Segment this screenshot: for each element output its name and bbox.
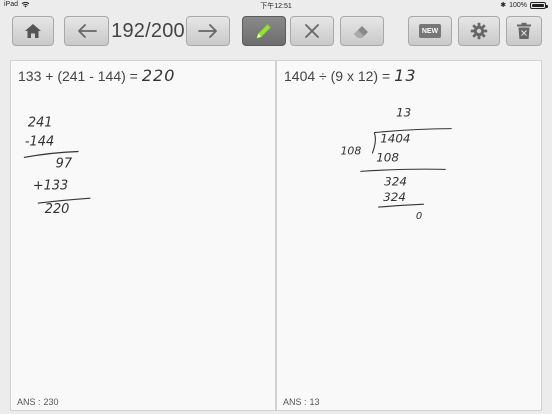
answer-label: ANS :: [283, 397, 307, 407]
scratch-stroke: [378, 203, 424, 208]
scratch-line: +133: [33, 178, 68, 193]
home-icon: [25, 24, 41, 38]
answer-row: ANS : 230: [17, 397, 59, 407]
scratch-line: 108: [341, 144, 362, 157]
scratch-line: 1404: [380, 132, 410, 146]
question-counter: 192/200: [111, 19, 185, 42]
status-left: iPad: [4, 1, 30, 8]
new-label: NEW: [421, 27, 439, 35]
scratch-canvas[interactable]: 241 -144 97 +133 220: [11, 61, 275, 410]
answer-value: 13: [309, 397, 320, 407]
arrow-left-icon: [77, 24, 97, 38]
settings-button[interactable]: [458, 16, 500, 46]
status-bar: iPad 下午12:51 ✱ 100%: [0, 0, 552, 11]
pencil-icon: [256, 23, 272, 39]
scratch-line: 220: [45, 202, 70, 217]
x-icon: [305, 24, 319, 38]
answer-label: ANS :: [17, 397, 41, 407]
scratch-stroke: [371, 132, 376, 154]
answer-row: ANS : 13: [283, 397, 320, 407]
status-time: 下午12:51: [260, 3, 292, 10]
arrow-right-icon: [198, 24, 217, 38]
bluetooth-icon: ✱: [500, 2, 507, 9]
problem-panel-2[interactable]: 1404 ÷ (9 x 12) = 13 13 108 1404 108 324…: [276, 60, 542, 411]
scratch-canvas[interactable]: 13 108 1404 108 324 324 0: [277, 61, 541, 410]
scratch-line: 241: [28, 116, 53, 131]
wifi-icon: [21, 1, 30, 8]
problem-panel-1[interactable]: 133 + (241 - 144) = 220 241 -144 97 +133…: [10, 60, 276, 411]
battery-icon: [530, 1, 548, 9]
home-button[interactable]: [12, 16, 54, 46]
answer-value: 230: [43, 397, 59, 407]
clear-button[interactable]: [290, 16, 334, 46]
scratch-line: 108: [376, 150, 399, 164]
delete-button[interactable]: [506, 16, 542, 46]
status-right: ✱ 100%: [500, 1, 548, 9]
toolbar: 192/200 NEW: [0, 11, 552, 51]
gear-icon: [470, 22, 488, 40]
scratch-line: 324: [384, 174, 407, 188]
device-name: iPad: [4, 1, 19, 8]
scratch-line: 0: [416, 211, 422, 222]
scratch-line: 324: [383, 190, 406, 204]
new-button[interactable]: NEW: [408, 16, 452, 46]
previous-button[interactable]: [64, 16, 109, 46]
pencil-button[interactable]: [242, 16, 286, 46]
scratch-stroke: [360, 168, 446, 172]
scratch-line: 97: [56, 156, 73, 171]
eraser-button[interactable]: [340, 16, 384, 46]
trash-icon: [517, 22, 531, 39]
next-button[interactable]: [186, 16, 230, 46]
battery-percent: 100%: [509, 1, 527, 9]
eraser-icon: [354, 26, 368, 38]
scratch-line: -144: [25, 135, 54, 150]
scratch-line: 13: [396, 106, 411, 120]
